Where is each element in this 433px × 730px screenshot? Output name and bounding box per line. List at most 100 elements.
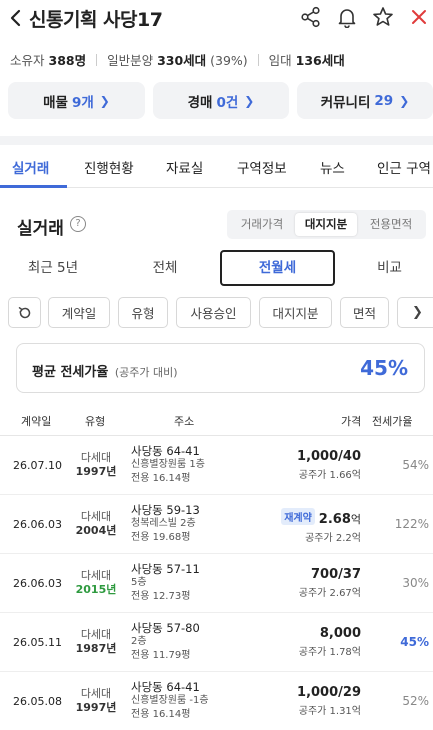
tab-transactions[interactable]: 실거래: [12, 157, 49, 177]
row-year: 2004년: [75, 524, 117, 537]
period-tab-rent[interactable]: 전월세: [220, 250, 335, 286]
row-price-amount: 8,000: [319, 626, 361, 641]
segment-land-share[interactable]: 대지지분: [295, 213, 357, 236]
auction-count: 0건: [216, 94, 239, 111]
general-pct: (39%): [210, 53, 248, 68]
th-rent-ratio: 전세가율: [372, 415, 413, 428]
table-row[interactable]: 26.06.03 다세대 2015년 사당동 57-11 5층 전용 12.73평…: [0, 554, 433, 613]
average-label: 평균 전세가율 (공주가 대비): [32, 361, 178, 380]
row-rent-ratio: 122%: [394, 517, 429, 531]
row-type-label: 다세대: [80, 451, 112, 464]
segment-price[interactable]: 거래가격: [231, 213, 293, 236]
average-sub: (공주가 대비): [114, 366, 178, 379]
row-price-value: 1,000/40: [297, 449, 361, 464]
row-price-unit: 억: [350, 513, 361, 526]
period-tab-5years[interactable]: 최근 5년: [8, 250, 98, 286]
bell-icon[interactable]: [336, 6, 358, 28]
owner-label: 소유자: [10, 53, 45, 68]
row-address-main: 사당동 59-13: [131, 503, 200, 517]
listings-label: 매물: [43, 94, 68, 111]
close-icon[interactable]: [408, 6, 430, 28]
listings-count: 9개: [71, 94, 94, 111]
row-type: 다세대 1987년: [66, 628, 126, 656]
main-tabs: 실거래 진행현황 자료실 구역정보 뉴스 인근 구역: [0, 146, 433, 188]
row-rent-ratio: 54%: [402, 458, 429, 472]
row-address-building: 2층: [131, 636, 147, 647]
filter-contract-date[interactable]: 계약일: [48, 297, 110, 328]
row-address-building: 5층: [131, 577, 147, 588]
row-area: 전용 11.79평: [131, 650, 191, 661]
owner-value: 388명: [48, 53, 87, 68]
row-public-price: 공주가 1.66억: [298, 470, 361, 481]
header: 신통기획 사당17: [0, 0, 433, 36]
row-price-amount: 1,000/40: [297, 449, 361, 464]
tab-documents[interactable]: 자료실: [166, 157, 203, 177]
general-label: 일반분양: [107, 53, 154, 68]
row-price-value: 700/37: [299, 567, 361, 582]
auction-button[interactable]: 경매 0건 ❯: [153, 82, 289, 119]
row-year: 2015년: [75, 583, 117, 596]
renewal-badge: 재계약: [281, 508, 315, 525]
row-address-main: 사당동 64-41: [131, 680, 200, 694]
th-price: 가격: [341, 415, 362, 428]
table-row[interactable]: 26.05.11 다세대 1987년 사당동 57-80 2층 전용 11.79평…: [0, 613, 433, 672]
filter-area[interactable]: 면적: [340, 297, 389, 328]
row-price: 700/37 공주가 2.67억: [299, 567, 361, 599]
th-date: 계약일: [21, 415, 52, 428]
reset-filter-button[interactable]: [8, 297, 41, 328]
row-type-label: 다세대: [80, 687, 112, 700]
row-address-main: 사당동 57-11: [131, 562, 200, 576]
share-icon[interactable]: [300, 6, 322, 28]
row-address-building: 청복레스빌 2층: [131, 518, 196, 529]
tab-zone-info[interactable]: 구역정보: [237, 157, 287, 177]
th-address: 주소: [174, 415, 195, 428]
row-address: 사당동 57-11 5층 전용 12.73평: [131, 562, 200, 604]
row-year: 1997년: [75, 465, 117, 478]
row-public-price: 공주가 2.67억: [298, 588, 361, 599]
row-rent-ratio: 45%: [400, 635, 429, 649]
star-icon[interactable]: [372, 6, 394, 28]
row-area: 전용 12.73평: [131, 591, 191, 602]
row-date: 26.05.11: [13, 636, 62, 649]
help-icon[interactable]: ?: [70, 216, 86, 232]
listings-button[interactable]: 매물 9개 ❯: [8, 82, 145, 119]
row-price: 1,000/29 공주가 1.31억: [297, 685, 361, 717]
row-year: 1997년: [75, 701, 117, 714]
back-arrow-icon[interactable]: [8, 6, 24, 30]
th-type: 유형: [85, 415, 106, 428]
filter-type[interactable]: 유형: [118, 297, 168, 328]
chevron-right-icon: ❯: [244, 93, 255, 108]
refresh-icon: [18, 306, 30, 318]
community-button[interactable]: 커뮤니티 29 ❯: [297, 82, 433, 119]
table-row[interactable]: 26.06.03 다세대 2004년 사당동 59-13 청복레스빌 2층 전용 …: [0, 495, 433, 554]
segment-area[interactable]: 전용면적: [360, 213, 422, 236]
table-row[interactable]: 26.05.08 다세대 1997년 사당동 64-41 신흥별장원룸 -1층 전…: [0, 672, 433, 730]
chevron-right-icon: ❯: [99, 93, 110, 108]
tab-progress[interactable]: 진행현황: [84, 157, 134, 177]
filter-approval[interactable]: 사용승인: [176, 297, 251, 328]
row-address: 사당동 64-41 신흥별장원룸 1층 전용 16.14평: [131, 444, 205, 486]
row-area: 전용 19.68평: [131, 532, 191, 543]
row-area: 전용 16.14평: [131, 709, 191, 720]
row-type: 다세대 1997년: [66, 451, 126, 479]
table-row[interactable]: 26.07.10 다세대 1997년 사당동 64-41 신흥별장원룸 1층 전용…: [0, 436, 433, 495]
auction-label: 경매: [187, 94, 213, 111]
row-type: 다세대 2015년: [66, 569, 126, 597]
filter-scroll-next[interactable]: ❯: [397, 297, 433, 328]
row-public-price: 공주가 2.2억: [305, 533, 361, 544]
view-segment-control: 거래가격 대지지분 전용면적: [227, 210, 426, 239]
tab-nearby-zones[interactable]: 인근 구역: [377, 157, 431, 177]
row-date: 26.06.03: [13, 577, 62, 590]
rental-value: 136세대: [295, 53, 345, 68]
row-public-price: 공주가 1.78억: [298, 647, 361, 658]
tab-news[interactable]: 뉴스: [320, 157, 345, 177]
period-tab-all[interactable]: 전체: [120, 250, 210, 286]
row-date: 26.05.08: [13, 695, 62, 708]
row-price: 재계약 2.68억 공주가 2.2억: [281, 508, 361, 544]
filter-land-share[interactable]: 대지지분: [259, 297, 332, 328]
row-rent-ratio: 30%: [402, 576, 429, 590]
row-address: 사당동 59-13 청복레스빌 2층 전용 19.68평: [131, 503, 200, 545]
divider: [96, 54, 98, 66]
chevron-right-icon: ❯: [412, 305, 423, 320]
period-tab-compare[interactable]: 비교: [346, 250, 433, 286]
